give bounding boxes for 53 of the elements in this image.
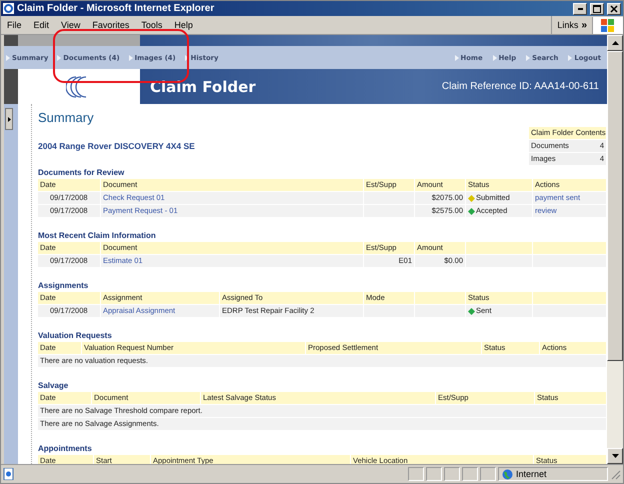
- down-arrow-icon: [612, 454, 618, 458]
- arrow-icon: [8, 116, 10, 122]
- collapse-handle[interactable]: [5, 108, 13, 130]
- page-icon: [3, 468, 15, 480]
- corner-block: [4, 35, 18, 46]
- claim-reference: Claim Reference ID: AAA14-00-611: [442, 81, 599, 92]
- up-arrow-icon: [612, 41, 618, 45]
- chevron-button[interactable]: »: [581, 20, 587, 30]
- status-pane: [426, 467, 442, 481]
- menu-item[interactable]: File: [1, 20, 28, 30]
- section-title: Valuation Requests: [38, 330, 113, 342]
- scroll-down-button[interactable]: [607, 448, 623, 464]
- vehicle-title: 2004 Range Rover DISCOVERY 4X4 SE: [38, 141, 195, 151]
- scroll-up-button[interactable]: [607, 35, 623, 51]
- arrow-icon: [454, 54, 458, 60]
- window-title: Claim Folder - Microsoft Internet Explorer: [17, 3, 216, 14]
- status-pane: [462, 467, 478, 481]
- page-title: Summary: [38, 109, 95, 127]
- menu-item[interactable]: Favorites: [86, 20, 136, 30]
- flag-logo-icon: [601, 18, 615, 32]
- menu-item[interactable]: Edit: [28, 20, 56, 30]
- menu-item[interactable]: Tools: [135, 20, 168, 30]
- arrow-icon: [57, 54, 62, 60]
- section-title: Documents for Review: [38, 167, 126, 179]
- minimize-icon: [578, 8, 582, 10]
- close-button[interactable]: [607, 2, 621, 14]
- maximize-button[interactable]: [590, 2, 604, 14]
- section-title: Assignments: [38, 280, 90, 292]
- resize-grip-icon[interactable]: [610, 468, 621, 480]
- status-pane: [408, 467, 424, 481]
- links-label[interactable]: Links: [557, 20, 578, 30]
- maximize-icon: [593, 4, 601, 12]
- arrow-icon: [568, 54, 572, 60]
- scroll-thumb[interactable]: [607, 51, 623, 361]
- arrow-icon: [128, 54, 133, 60]
- arrow-icon: [526, 54, 530, 60]
- zone-label: Internet: [516, 469, 547, 479]
- status-pane: [444, 467, 460, 481]
- arrow-icon: [6, 54, 10, 60]
- minimize-button[interactable]: [573, 2, 587, 14]
- section-title: Most Recent Claim Information: [38, 230, 157, 242]
- close-icon: [610, 4, 618, 12]
- status-pane: [480, 467, 496, 481]
- scrollbar[interactable]: [607, 35, 623, 464]
- menu-item[interactable]: Help: [168, 20, 199, 30]
- section-title: Salvage: [38, 380, 70, 392]
- side-block: [4, 69, 18, 104]
- arrow-icon: [492, 54, 497, 60]
- arrow-icon: [184, 54, 189, 60]
- menu-item[interactable]: View: [55, 20, 86, 30]
- globe-icon: [502, 468, 513, 480]
- section-title: Appointments: [38, 443, 93, 455]
- browser-icon: [3, 3, 14, 14]
